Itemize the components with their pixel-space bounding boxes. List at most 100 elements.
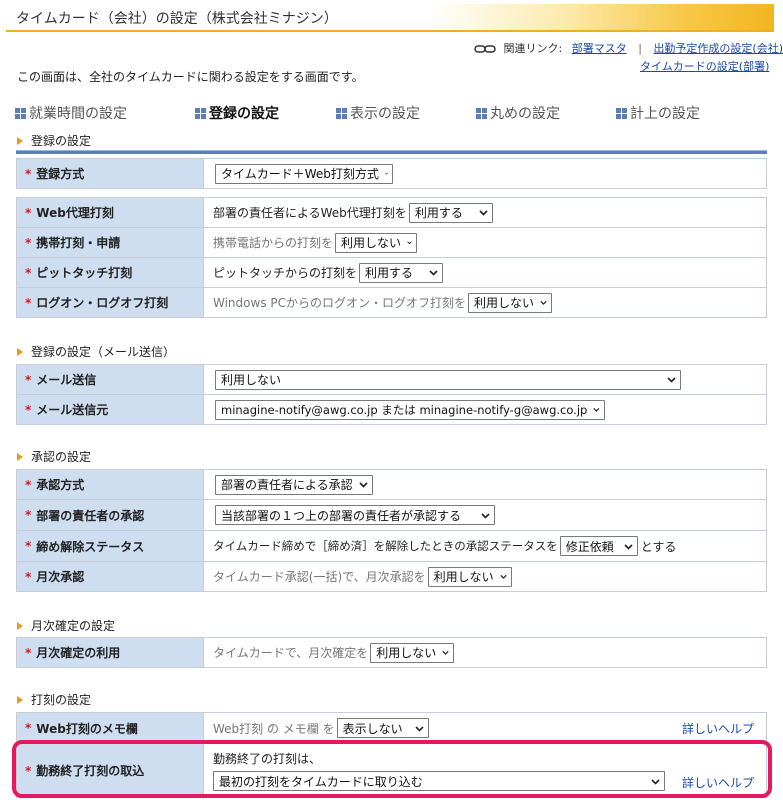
- row-manager-approval: * 部署の責任者の承認 当該部署の１つ上の部署の責任者が承認する: [17, 500, 766, 531]
- tab-label: 計上の設定: [630, 106, 700, 122]
- link-department-master[interactable]: 部署マスタ: [572, 42, 627, 55]
- section-title: 打刻の設定: [31, 693, 92, 707]
- select-value: 利用しない: [474, 296, 535, 310]
- release-status-select[interactable]: 修正依頼: [559, 536, 638, 556]
- label-cell: * ログオン・ログオフ打刻: [17, 288, 204, 317]
- row-label: 携帯打刻・申請: [36, 236, 121, 250]
- section-monthly-heading: 月次確定の設定: [17, 617, 115, 634]
- required-mark: *: [25, 372, 32, 387]
- select-value: 最初の打刻をタイムカードに取り込む: [219, 774, 423, 789]
- value-cell: タイムカード＋Web打刻方式: [205, 159, 766, 188]
- label-cell: * メール送信元: [17, 395, 204, 424]
- grid-icon: [195, 108, 206, 119]
- label-cell: * 締め解除ステータス: [17, 531, 204, 561]
- row-logon-stamp: * ログオン・ログオフ打刻 Windows PCからのログオン・ログオフ打刻を 利…: [17, 288, 766, 317]
- row-description: Windows PCからのログオン・ログオフ打刻を: [213, 296, 466, 310]
- required-mark: *: [25, 235, 32, 250]
- label-cell: * 月次確定の利用: [17, 638, 204, 667]
- grid-icon: [616, 108, 627, 119]
- row-web-proxy: * Web代理打刻 部署の責任者によるWeb代理打刻を 利用する: [17, 198, 766, 228]
- row-monthly-approval: * 月次承認 タイムカード承認(一括)で、月次承認を 利用しない: [17, 562, 766, 591]
- select-value: 利用しない: [341, 236, 402, 250]
- select-value: 利用しない: [221, 373, 282, 387]
- web-proxy-select[interactable]: 利用する: [408, 202, 493, 223]
- required-mark: *: [25, 477, 32, 492]
- monthly-approval-select[interactable]: 利用しない: [427, 566, 512, 587]
- section-title: 登録の設定: [31, 134, 92, 148]
- monthly-fix-select[interactable]: 利用しない: [370, 642, 455, 663]
- value-cell: 勤務終了の打刻は、 最初の打刻をタイムカードに取り込む 詳しいヘルプ: [205, 744, 766, 797]
- table-register-options: * Web代理打刻 部署の責任者によるWeb代理打刻を 利用する * 携帯打刻・申請…: [16, 197, 767, 318]
- required-mark: *: [25, 539, 32, 553]
- help-link-web-memo[interactable]: 詳しいヘルプ: [682, 720, 754, 737]
- link-chain-icon: [474, 45, 496, 53]
- section-title: 登録の設定（メール送信）: [31, 345, 176, 359]
- row-label: 締め解除ステータス: [36, 539, 145, 554]
- label-cell: * 携帯打刻・申請: [17, 228, 204, 257]
- required-mark: *: [25, 402, 32, 417]
- mobile-stamp-select[interactable]: 利用しない: [335, 232, 418, 253]
- label-cell: * 月次承認: [17, 562, 204, 591]
- page-title: タイムカード（会社）の設定（株式会社ミナジン）: [16, 11, 338, 27]
- required-mark: *: [25, 721, 32, 735]
- logon-stamp-select[interactable]: 利用しない: [468, 292, 552, 313]
- triangle-bullet-icon: [17, 348, 23, 356]
- mail-from-select[interactable]: minagine-notify@awg.co.jp または minagine-n…: [215, 399, 605, 420]
- label-cell: * Web打刻のメモ欄: [17, 713, 204, 743]
- row-release-status: * 締め解除ステータス タイムカード締めで［締め済］を解除したときの承認ステータス…: [17, 531, 766, 562]
- row-label: 承認方式: [36, 478, 85, 492]
- triangle-bullet-icon: [17, 696, 23, 704]
- row-label: 部署の責任者の承認: [36, 508, 145, 523]
- row-label: Web打刻のメモ欄: [36, 721, 138, 736]
- link-attendance-plan-settings[interactable]: 出勤予定作成の設定(会社): [653, 42, 783, 55]
- end-stamp-import-select[interactable]: 最初の打刻をタイムカードに取り込む: [213, 771, 665, 791]
- row-description: 勤務終了の打刻は、: [213, 752, 322, 766]
- table-approval: * 承認方式 部署の責任者による承認 * 部署の責任者の承認 当該部署の１つ上の部署…: [16, 469, 767, 592]
- row-label: メール送信: [36, 373, 97, 387]
- value-cell: ピットタッチからの打刻を 利用する: [205, 258, 766, 287]
- row-label: 勤務終了打刻の取込: [36, 764, 145, 778]
- label-cell: * 部署の責任者の承認: [17, 500, 204, 530]
- link-timecard-dept-settings[interactable]: タイムカードの設定(部署): [640, 58, 769, 74]
- row-approval-method: * 承認方式 部署の責任者による承認: [17, 470, 766, 500]
- mail-send-select[interactable]: 利用しない: [215, 369, 681, 390]
- tab-work-hours[interactable]: 就業時間の設定: [15, 103, 127, 123]
- select-value: 当該部署の１つ上の部署の責任者が承認する: [221, 508, 462, 523]
- value-cell: 利用しない: [205, 365, 766, 394]
- select-value: 表示しない: [342, 721, 403, 736]
- label-cell: * ピットタッチ打刻: [17, 258, 204, 287]
- web-memo-select[interactable]: 表示しない: [336, 718, 429, 738]
- label-cell: * Web代理打刻: [17, 198, 204, 227]
- row-label: メール送信元: [36, 403, 109, 417]
- triangle-bullet-icon: [17, 137, 23, 145]
- section-stamp-heading: 打刻の設定: [17, 691, 91, 708]
- chevron-down-icon: [624, 543, 633, 550]
- manager-approval-select[interactable]: 当該部署の１つ上の部署の責任者が承認する: [215, 505, 495, 525]
- section-title: 月次確定の設定: [31, 619, 116, 633]
- required-mark: *: [25, 205, 32, 220]
- tab-accounting[interactable]: 計上の設定: [616, 103, 700, 123]
- registration-method-select[interactable]: タイムカード＋Web打刻方式: [215, 163, 393, 184]
- row-label: ログオン・ログオフ打刻: [36, 296, 169, 310]
- value-cell: minagine-notify@awg.co.jp または minagine-n…: [205, 395, 766, 424]
- approval-method-select[interactable]: 部署の責任者による承認: [215, 474, 373, 495]
- value-cell: タイムカード承認(一括)で、月次承認を 利用しない: [205, 562, 766, 591]
- tab-rounding[interactable]: 丸めの設定: [476, 103, 560, 123]
- tab-registration[interactable]: 登録の設定: [195, 103, 279, 123]
- chevron-down-icon: [540, 300, 547, 305]
- chevron-down-icon: [500, 574, 507, 579]
- row-description: Web打刻 の メモ欄 を: [213, 721, 335, 736]
- row-label: 登録方式: [36, 167, 85, 181]
- chevron-down-icon: [667, 377, 676, 383]
- row-description: タイムカードで、月次確定を: [213, 646, 369, 660]
- value-cell: 携帯電話からの打刻を 利用しない: [205, 228, 766, 257]
- help-link-end-import[interactable]: 詳しいヘルプ: [682, 774, 754, 791]
- row-web-memo: * Web打刻のメモ欄 Web打刻 の メモ欄 を 表示しない 詳しいヘルプ: [17, 713, 766, 744]
- chevron-down-icon: [429, 270, 438, 276]
- select-value: 利用する: [414, 206, 463, 220]
- related-label: 関連リンク:: [503, 42, 563, 55]
- value-cell: Web打刻 の メモ欄 を 表示しない 詳しいヘルプ: [205, 713, 766, 743]
- pittouch-select[interactable]: 利用する: [359, 262, 444, 283]
- tab-display[interactable]: 表示の設定: [336, 103, 420, 123]
- chevron-down-icon: [442, 650, 449, 655]
